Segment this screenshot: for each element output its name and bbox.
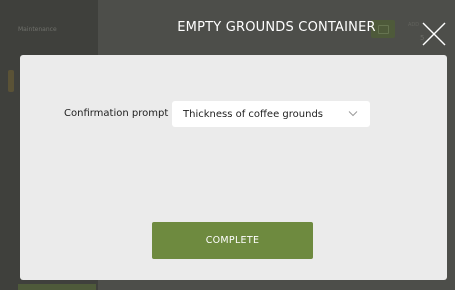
dialog-title: EMPTY GROUNDS CONTAINER: [177, 20, 376, 35]
confirmation-prompt-select[interactable]: Thickness of coffee grounds: [172, 101, 370, 127]
background-sidebar-tab: [8, 70, 14, 92]
complete-button-label: COMPLETE: [205, 235, 260, 246]
confirmation-prompt-label: Confirmation prompt: [64, 108, 169, 119]
close-x-icon: [422, 22, 446, 46]
chevron-down-icon: [348, 111, 358, 117]
confirmation-dialog: Confirmation prompt Thickness of coffee …: [20, 55, 447, 280]
select-value: Thickness of coffee grounds: [183, 109, 323, 120]
complete-button[interactable]: COMPLETE: [152, 222, 313, 259]
close-button[interactable]: [420, 20, 448, 48]
background-sidebar-label: Maintenance: [18, 26, 57, 33]
background-bottom-bar: [18, 284, 96, 290]
